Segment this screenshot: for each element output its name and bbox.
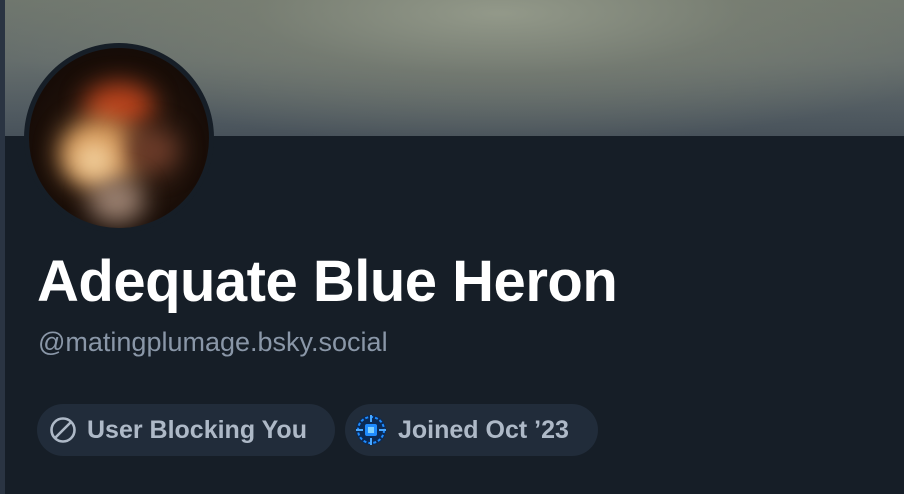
handle[interactable]: @matingplumage.bsky.social — [38, 327, 388, 358]
blocking-label: User Blocking You — [87, 415, 307, 444]
profile-header: Adequate Blue Heron @matingplumage.bsky.… — [0, 0, 904, 494]
joined-label: Joined Oct ’23 — [398, 415, 569, 444]
avatar[interactable] — [29, 48, 209, 228]
display-name: Adequate Blue Heron — [37, 249, 618, 314]
joined-badge[interactable]: Joined Oct ’23 — [345, 404, 598, 456]
user-blocking-you-badge[interactable]: User Blocking You — [37, 404, 335, 456]
starter-pack-icon — [354, 413, 388, 447]
block-icon — [49, 416, 77, 444]
